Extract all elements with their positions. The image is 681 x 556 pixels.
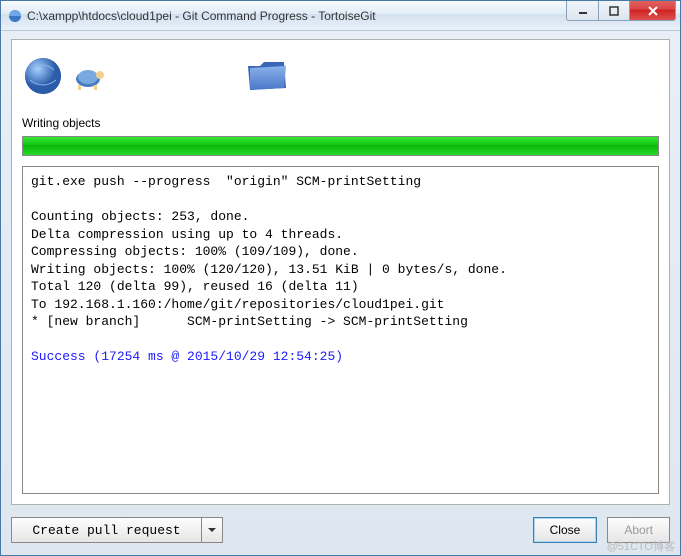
- app-icon: [7, 8, 23, 24]
- log-command: git.exe push --progress "origin" SCM-pri…: [31, 174, 421, 189]
- app-window: C:\xampp\htdocs\cloud1pei - Git Command …: [0, 0, 681, 556]
- folder-icon: [244, 56, 290, 96]
- tortoise-icon: [70, 57, 108, 95]
- pull-request-split-button: Create pull request: [11, 517, 223, 543]
- window-controls: [566, 1, 680, 30]
- chevron-down-icon: [208, 526, 216, 534]
- status-label: Writing objects: [22, 116, 659, 130]
- log-line: Compressing objects: 100% (109/109), don…: [31, 244, 359, 259]
- log-line: Total 120 (delta 99), reused 16 (delta 1…: [31, 279, 359, 294]
- window-title: C:\xampp\htdocs\cloud1pei - Git Command …: [27, 9, 566, 23]
- globe-icon: [22, 55, 64, 97]
- close-button[interactable]: Close: [533, 517, 598, 543]
- progress-bar: [22, 136, 659, 156]
- log-line: * [new branch] SCM-printSetting -> SCM-p…: [31, 314, 468, 329]
- log-line: To 192.168.1.160:/home/git/repositories/…: [31, 297, 444, 312]
- icon-row: [22, 48, 659, 104]
- footer: Create pull request Close Abort: [11, 515, 670, 545]
- content-panel: Writing objects git.exe push --progress …: [11, 39, 670, 505]
- log-output[interactable]: git.exe push --progress "origin" SCM-pri…: [22, 166, 659, 494]
- watermark: @51CTO博客: [607, 538, 675, 554]
- maximize-button[interactable]: [598, 1, 630, 21]
- log-success: Success (17254 ms @ 2015/10/29 12:54:25): [31, 349, 343, 364]
- log-line: Writing objects: 100% (120/120), 13.51 K…: [31, 262, 507, 277]
- create-pull-request-button[interactable]: Create pull request: [11, 517, 201, 543]
- pull-request-dropdown-button[interactable]: [201, 517, 223, 543]
- log-line: Counting objects: 253, done.: [31, 209, 249, 224]
- close-window-button[interactable]: [630, 1, 676, 21]
- log-line: Delta compression using up to 4 threads.: [31, 227, 343, 242]
- minimize-button[interactable]: [566, 1, 598, 21]
- titlebar[interactable]: C:\xampp\htdocs\cloud1pei - Git Command …: [1, 1, 680, 31]
